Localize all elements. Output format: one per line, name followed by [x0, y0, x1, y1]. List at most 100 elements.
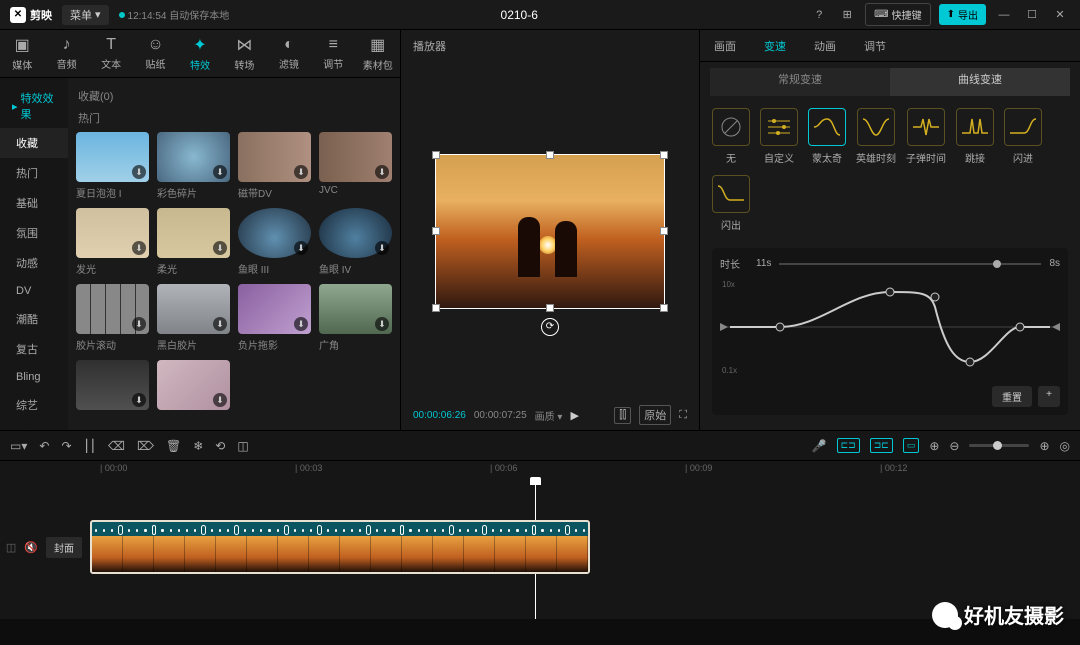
fullscreen-button[interactable]: ⛶: [679, 409, 687, 422]
sub-tab-常规变速[interactable]: 常规变速: [710, 68, 890, 96]
sidebar-item-复古[interactable]: 复古: [0, 334, 68, 364]
download-icon[interactable]: ⬇: [132, 393, 146, 407]
speed-preset-hero[interactable]: 英雄时刻: [856, 108, 896, 165]
asset-tab-特效[interactable]: ✦特效: [178, 30, 222, 77]
rotate-handle[interactable]: ⟳: [541, 318, 559, 336]
duration-slider[interactable]: [779, 263, 1041, 265]
speed-preset-bullet[interactable]: 子弹时间: [906, 108, 946, 165]
crop-tool[interactable]: ◫: [237, 439, 248, 453]
delete-left-tool[interactable]: ⌫: [108, 439, 125, 453]
download-icon[interactable]: ⬇: [213, 393, 227, 407]
mirror-tool[interactable]: ⟲: [215, 439, 225, 453]
effect-item[interactable]: ⬇鱼眼 IV: [319, 208, 392, 276]
sidebar-item-DV[interactable]: DV: [0, 278, 68, 304]
asset-tab-转场[interactable]: ⋈转场: [222, 30, 266, 77]
track-lock-icon[interactable]: ◫: [6, 541, 16, 554]
effect-item[interactable]: ⬇: [76, 360, 149, 413]
speed-preset-none[interactable]: 无: [712, 108, 750, 165]
asset-tab-滤镜[interactable]: ◐滤镜: [267, 30, 311, 77]
sub-tab-曲线变速[interactable]: 曲线变速: [890, 68, 1070, 96]
close-button[interactable]: ✕: [1050, 8, 1070, 21]
effect-item[interactable]: ⬇柔光: [157, 208, 230, 276]
download-icon[interactable]: ⬇: [294, 241, 308, 255]
asset-tab-贴纸[interactable]: ☺贴纸: [133, 30, 177, 77]
prop-tab-画面[interactable]: 画面: [700, 30, 750, 61]
sidebar-item-收藏[interactable]: 收藏: [0, 128, 68, 158]
delete-tool[interactable]: 🗑: [166, 439, 181, 453]
effect-item[interactable]: ⬇广角: [319, 284, 392, 352]
magnet-main[interactable]: ⊏⊐: [837, 438, 860, 453]
effect-item[interactable]: ⬇胶片滚动: [76, 284, 149, 352]
split-tool[interactable]: ⎮⎮: [84, 439, 97, 453]
export-button[interactable]: ⬆ 导出: [939, 4, 986, 25]
menu-button[interactable]: 菜单▾: [62, 5, 109, 25]
redo-button[interactable]: ↷: [61, 439, 71, 453]
select-tool[interactable]: ▭▾: [10, 439, 27, 453]
sidebar-item-热门[interactable]: 热门: [0, 158, 68, 188]
prop-tab-变速[interactable]: 变速: [750, 30, 800, 61]
resize-handle[interactable]: [432, 227, 440, 235]
original-button[interactable]: 原始: [639, 405, 671, 425]
maximize-button[interactable]: ☐: [1022, 8, 1042, 21]
speed-preset-custom[interactable]: 自定义: [760, 108, 798, 165]
effect-item[interactable]: ⬇鱼眼 III: [238, 208, 311, 276]
resize-handle[interactable]: [432, 151, 440, 159]
download-icon[interactable]: ⬇: [213, 165, 227, 179]
layout-button[interactable]: ⊞: [837, 8, 857, 21]
sidebar-item-Bling[interactable]: Bling: [0, 364, 68, 390]
sidebar-item-基础[interactable]: 基础: [0, 188, 68, 218]
sidebar-item-爱心[interactable]: 爱心: [0, 420, 68, 430]
download-icon[interactable]: ⬇: [132, 317, 146, 331]
download-icon[interactable]: ⬇: [375, 165, 389, 179]
effect-item[interactable]: ⬇磁带DV: [238, 132, 311, 200]
resize-handle[interactable]: [660, 227, 668, 235]
video-clip[interactable]: [90, 520, 590, 574]
zoom-in-button[interactable]: ⊕: [1039, 439, 1049, 453]
add-point-button[interactable]: +: [1038, 386, 1060, 407]
resize-handle[interactable]: [546, 304, 554, 312]
magnet-link[interactable]: ⊐⊏: [870, 438, 893, 453]
delete-right-tool[interactable]: ⌦: [137, 439, 154, 453]
speed-preset-montage[interactable]: 蒙太奇: [808, 108, 846, 165]
download-icon[interactable]: ⬇: [294, 165, 308, 179]
download-icon[interactable]: ⬇: [375, 241, 389, 255]
minimize-button[interactable]: —: [994, 9, 1014, 21]
undo-button[interactable]: ↶: [39, 439, 49, 453]
resize-handle[interactable]: [660, 151, 668, 159]
sidebar-item-氛围[interactable]: 氛围: [0, 218, 68, 248]
effect-item[interactable]: ⬇夏日泡泡 I: [76, 132, 149, 200]
download-icon[interactable]: ⬇: [132, 165, 146, 179]
effect-item[interactable]: ⬇发光: [76, 208, 149, 276]
mic-button[interactable]: 🎤: [812, 439, 827, 453]
speed-preset-jump[interactable]: 跳接: [956, 108, 994, 165]
play-button[interactable]: ▶: [570, 409, 578, 422]
quality-label[interactable]: 画质 ▾: [535, 408, 563, 423]
speed-preset-flashout[interactable]: 闪出: [712, 175, 750, 232]
sidebar-item-动感[interactable]: 动感: [0, 248, 68, 278]
shortcuts-button[interactable]: ⌨ 快捷键: [865, 3, 930, 26]
asset-tab-文本[interactable]: T文本: [89, 30, 133, 77]
download-icon[interactable]: ⬇: [375, 317, 389, 331]
freeze-tool[interactable]: ❄: [193, 439, 203, 453]
download-icon[interactable]: ⬇: [132, 241, 146, 255]
sidebar-item-综艺[interactable]: 综艺: [0, 390, 68, 420]
download-icon[interactable]: ⬇: [213, 317, 227, 331]
video-canvas[interactable]: ⟳: [435, 154, 665, 309]
asset-tab-素材包[interactable]: ▦素材包: [356, 30, 400, 77]
track-mute-icon[interactable]: 🔇: [24, 541, 38, 554]
effect-item[interactable]: ⬇JVC: [319, 132, 392, 200]
download-icon[interactable]: ⬇: [294, 317, 308, 331]
effect-item[interactable]: ⬇黑白胶片: [157, 284, 230, 352]
zoom-slider[interactable]: [969, 444, 1029, 447]
effect-item[interactable]: ⬇彩色碎片: [157, 132, 230, 200]
download-icon[interactable]: ⬇: [213, 241, 227, 255]
help-button[interactable]: ?: [809, 9, 829, 21]
speed-preset-flashin[interactable]: 闪进: [1004, 108, 1042, 165]
asset-tab-调节[interactable]: ≡调节: [311, 30, 355, 77]
ratio-button[interactable]: ⫿⫿: [614, 407, 631, 424]
prop-tab-动画[interactable]: 动画: [800, 30, 850, 61]
effect-item[interactable]: ⬇: [157, 360, 230, 413]
cover-button[interactable]: 封面: [46, 537, 82, 558]
asset-tab-媒体[interactable]: ▣媒体: [0, 30, 44, 77]
align-button[interactable]: ⊕: [929, 439, 939, 453]
